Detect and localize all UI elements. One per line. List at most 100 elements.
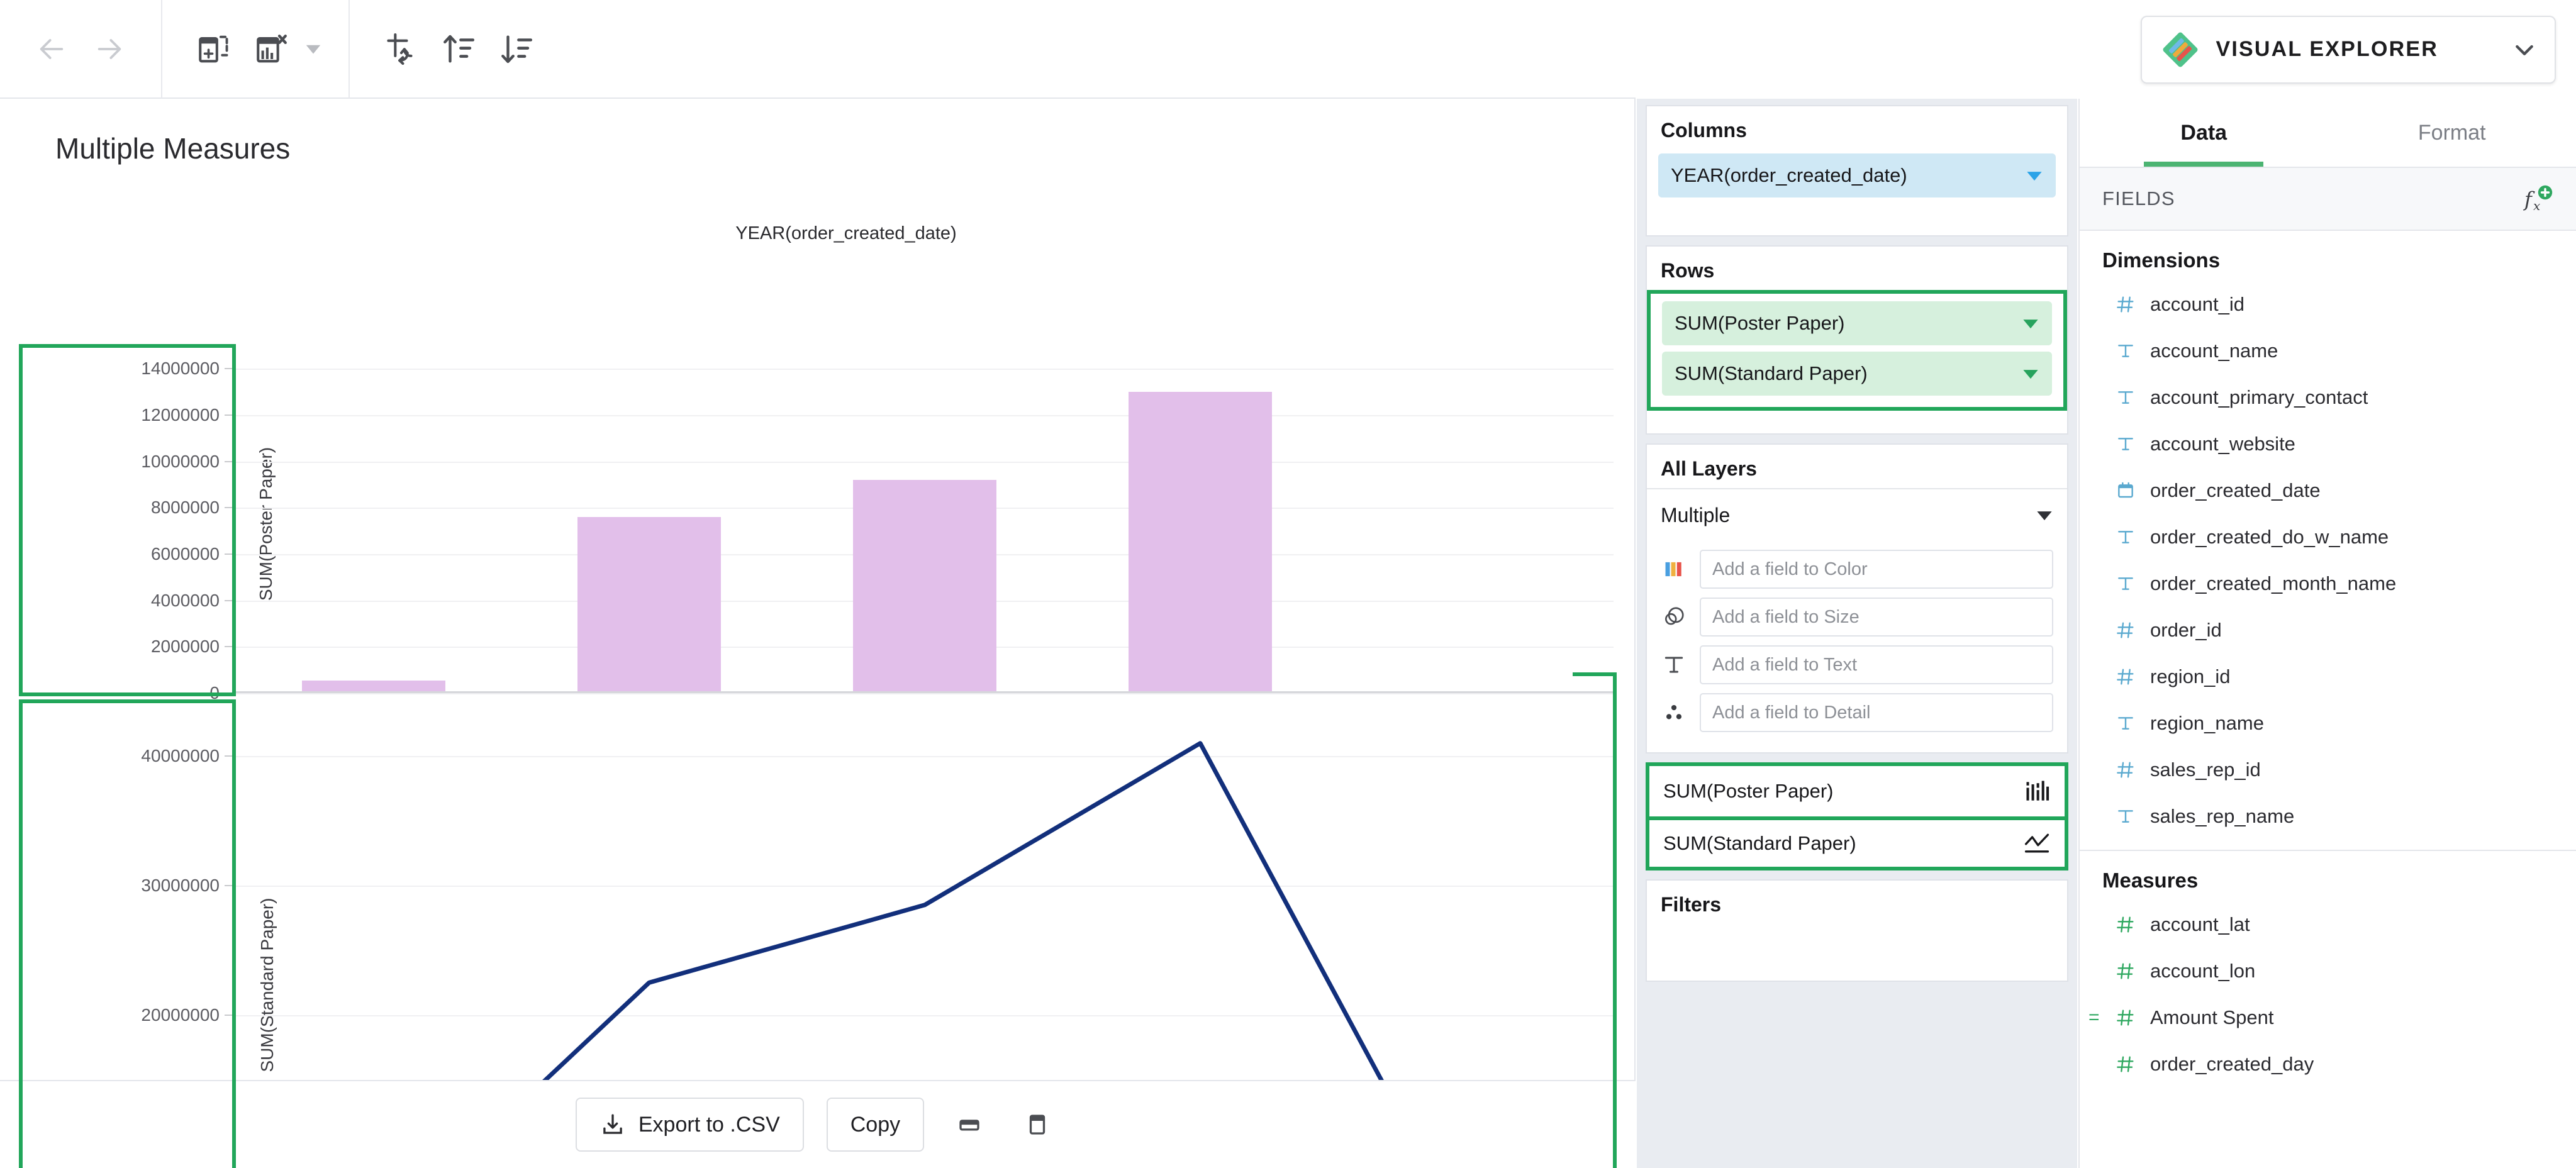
plot-area: SUM(Poster Paper) 0200000040000006000000…: [0, 250, 1636, 1105]
sort-ascending-button[interactable]: [430, 20, 488, 78]
dimension-field-region-name[interactable]: region_name: [2080, 700, 2576, 747]
dimension-field-account-primary-contact[interactable]: account_primary_contact: [2080, 374, 2576, 421]
filters-shelf-title: Filters: [1647, 881, 2067, 924]
caret-down-icon[interactable]: [2022, 365, 2039, 382]
highlight-layer-rows: SUM(Poster Paper) SUM(Standard Paper): [1646, 762, 2068, 870]
mark-shelf-size[interactable]: Add a field to Size: [1661, 598, 2053, 637]
column-header-text: YEAR(order_created_date): [735, 223, 956, 243]
caret-down-icon[interactable]: [2022, 314, 2039, 332]
y-tick-label: 8000000: [0, 498, 220, 518]
detail-field-input[interactable]: Add a field to Detail: [1700, 693, 2053, 732]
dimension-field-account-name[interactable]: account_name: [2080, 328, 2576, 374]
layer-row-standard-paper[interactable]: SUM(Standard Paper): [1649, 816, 2065, 867]
field-name: account_id: [2150, 293, 2244, 316]
field-type-text-icon: [2115, 526, 2136, 548]
field-type-number-icon: [2115, 666, 2136, 687]
field-type-number-icon: [2115, 759, 2136, 781]
export-csv-button[interactable]: Export to .CSV: [576, 1098, 804, 1152]
y-axis-label-poster: SUM(Poster Paper): [256, 398, 276, 650]
mark-shelf-color[interactable]: Add a field to Color: [1661, 550, 2053, 589]
filters-shelf[interactable]: Filters: [1646, 879, 2068, 982]
back-button[interactable]: [23, 20, 81, 78]
field-name: sales_rep_name: [2150, 805, 2294, 828]
columns-pill-year[interactable]: YEAR(order_created_date): [1658, 153, 2056, 197]
field-name: order_created_date: [2150, 479, 2321, 502]
y-tick-label: 10000000: [0, 452, 220, 472]
fields-header-label: FIELDS: [2102, 187, 2523, 210]
canvas-bottom-bar: Export to .CSV Copy: [0, 1080, 1636, 1168]
field-type-number-icon: [2115, 960, 2136, 982]
measures-list: account_lat account_lon =Amount Spentorder…: [2080, 901, 2576, 1087]
rows-shelf[interactable]: Rows SUM(Poster Paper) SUM(Standard Pape…: [1646, 245, 2068, 435]
layer-row-poster-paper[interactable]: SUM(Poster Paper): [1649, 766, 2065, 816]
expand-panel-button[interactable]: [1015, 1102, 1060, 1147]
forward-button[interactable]: [81, 20, 138, 78]
text-field-input[interactable]: Add a field to Text: [1700, 645, 2053, 684]
copy-button[interactable]: Copy: [827, 1098, 924, 1152]
dimension-field-region-id[interactable]: region_id: [2080, 654, 2576, 700]
dimension-field-order-created-month-name[interactable]: order_created_month_name: [2080, 560, 2576, 607]
fx-add-icon[interactable]: f x: [2523, 184, 2553, 214]
visual-explorer-logo-icon: [2160, 29, 2201, 70]
sort-descending-button[interactable]: [488, 20, 546, 78]
dimension-field-account-website[interactable]: account_website: [2080, 421, 2576, 467]
dimension-field-sales-rep-name[interactable]: sales_rep_name: [2080, 793, 2576, 840]
text-field-placeholder: Add a field to Text: [1712, 655, 1857, 676]
fields-panel: Data Format FIELDS f x Dimensions accoun…: [2078, 99, 2576, 1168]
clear-visualization-caret[interactable]: [301, 20, 326, 78]
mark-shelf-text[interactable]: Add a field to Text: [1661, 645, 2053, 684]
field-name: account_lon: [2150, 960, 2255, 982]
columns-shelf-title: Columns: [1647, 106, 2067, 150]
caret-down-icon[interactable]: [2026, 167, 2043, 184]
y-tick-mark: [225, 1015, 233, 1016]
y-tick-label: 14000000: [0, 359, 220, 379]
dimension-field-order-created-do-w-name[interactable]: order_created_do_w_name: [2080, 514, 2576, 560]
rows-pill-poster-label: SUM(Poster Paper): [1675, 312, 2022, 335]
dimension-field-account-id[interactable]: account_id: [2080, 281, 2576, 328]
field-name: account_lat: [2150, 913, 2250, 936]
fields-tabs: Data Format: [2080, 99, 2576, 168]
gridline: [236, 415, 1614, 416]
duplicate-visualization-button[interactable]: [185, 20, 243, 78]
rows-pill-poster-paper[interactable]: SUM(Poster Paper): [1662, 301, 2052, 345]
bar-mark[interactable]: [1129, 392, 1272, 693]
clear-visualization-button[interactable]: [243, 20, 301, 78]
chevron-down-icon: [2512, 37, 2537, 62]
collapse-panel-button[interactable]: [947, 1102, 992, 1147]
tab-data[interactable]: Data: [2080, 99, 2328, 167]
y-tick-label: 40000000: [0, 746, 220, 766]
duplicate-icon: [196, 31, 232, 67]
tab-format[interactable]: Format: [2328, 99, 2576, 167]
measure-field-account-lon[interactable]: account_lon: [2080, 948, 2576, 994]
dimension-field-sales-rep-id[interactable]: sales_rep_id: [2080, 747, 2576, 793]
rows-pill-standard-paper[interactable]: SUM(Standard Paper): [1662, 352, 2052, 396]
columns-shelf[interactable]: Columns YEAR(order_created_date): [1646, 105, 2068, 236]
y-tick-mark: [225, 600, 233, 601]
dimension-field-order-id[interactable]: order_id: [2080, 607, 2576, 654]
bar-mark[interactable]: [577, 517, 721, 693]
color-field-input[interactable]: Add a field to Color: [1700, 550, 2053, 589]
dimension-field-order-created-date[interactable]: order_created_date: [2080, 467, 2576, 514]
measure-field-order-created-day[interactable]: order_created_day: [2080, 1041, 2576, 1087]
y-tick-mark: [225, 368, 233, 369]
dimensions-title: Dimensions: [2080, 231, 2576, 281]
field-name: order_created_month_name: [2150, 572, 2396, 595]
collapse-panel-icon: [956, 1111, 983, 1138]
layer-type-select[interactable]: Multiple: [1647, 488, 2067, 541]
layer-row-poster-label: SUM(Poster Paper): [1663, 780, 2023, 803]
measure-field-account-lat[interactable]: account_lat: [2080, 901, 2576, 948]
field-name: region_id: [2150, 665, 2231, 688]
bar-mark[interactable]: [853, 480, 996, 693]
visual-explorer-selector[interactable]: VISUAL EXPLORER: [2141, 16, 2556, 84]
caret-down-icon: [304, 40, 323, 58]
mark-shelf-detail[interactable]: Add a field to Detail: [1661, 693, 2053, 732]
field-type-text-icon: [2115, 573, 2136, 594]
size-field-input[interactable]: Add a field to Size: [1700, 598, 2053, 637]
swap-axes-button[interactable]: [372, 20, 430, 78]
field-name: account_primary_contact: [2150, 386, 2368, 409]
swap-axes-icon: [383, 31, 420, 67]
visualization-canvas: Multiple Measures YEAR(order_created_dat…: [0, 99, 1636, 1080]
y-tick-mark: [225, 755, 233, 757]
measure-field-amount-spent[interactable]: =Amount Spent: [2080, 994, 2576, 1041]
arrow-right-icon: [92, 31, 127, 67]
